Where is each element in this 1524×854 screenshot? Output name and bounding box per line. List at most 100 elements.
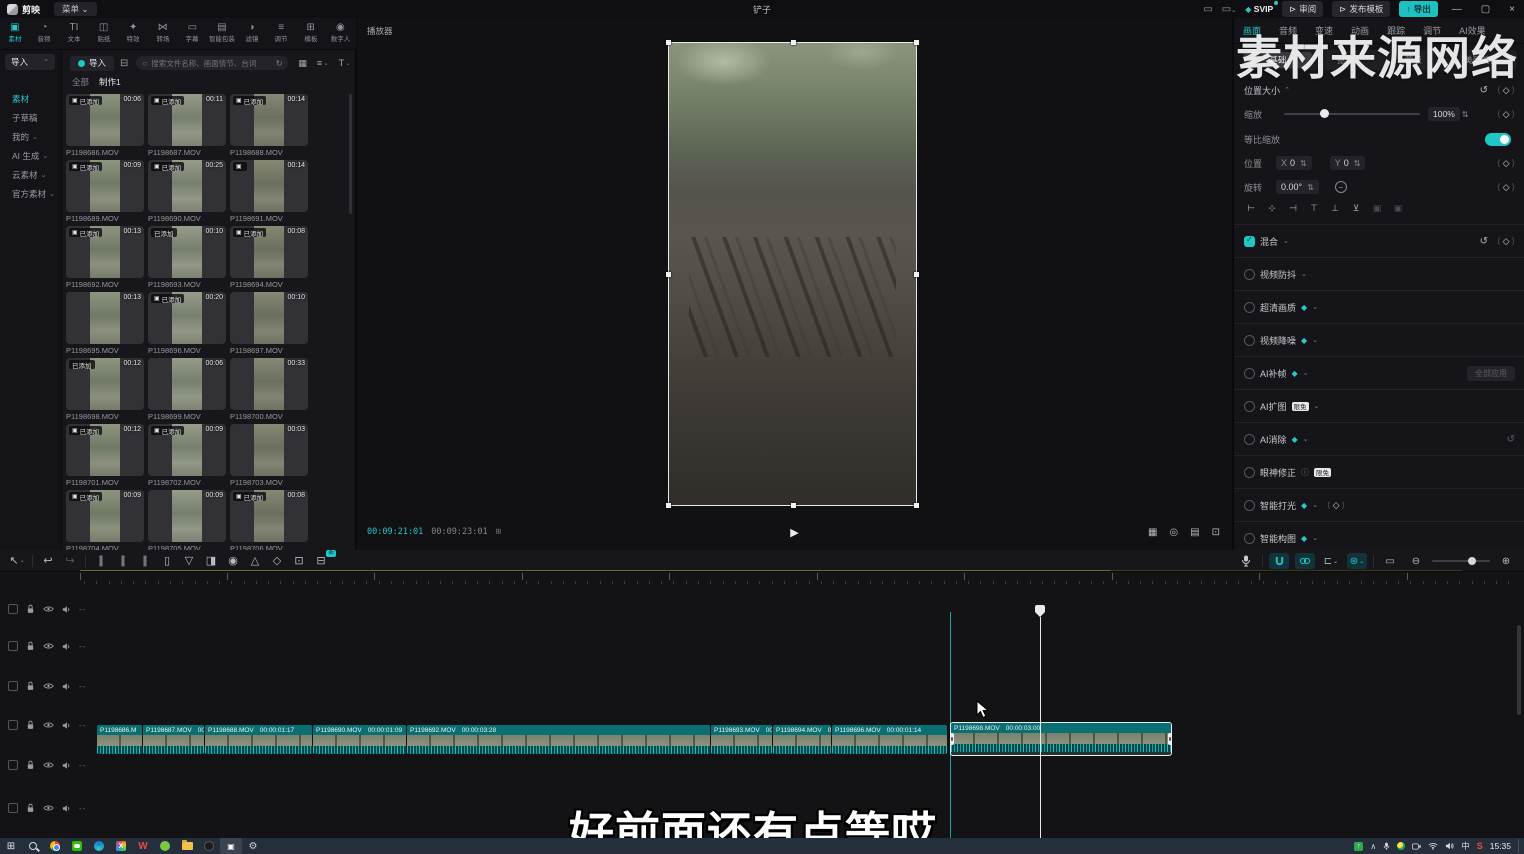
mute-icon[interactable] <box>62 804 71 813</box>
timeline-zoom-in[interactable]: ⊕ <box>1496 553 1516 569</box>
media-card[interactable]: ▣已添加 00:09 P1198689.MOV <box>66 160 144 223</box>
sec-hd-quality[interactable]: 超清画质 ◆ ⌄ <box>1234 290 1524 323</box>
lock-icon[interactable] <box>26 641 35 651</box>
freeze-button[interactable]: ◨ <box>200 552 222 570</box>
breadcrumb-all[interactable]: 全部 <box>72 76 89 88</box>
track-type-icon[interactable] <box>8 720 18 730</box>
mute-icon[interactable] <box>62 721 71 730</box>
sec-denoise[interactable]: 视频降噪 ◆ ⌄ <box>1234 323 1524 356</box>
tray-wifi-icon[interactable] <box>1428 842 1438 850</box>
media-card[interactable]: ▣已添加 00:20 P1198696.MOV <box>148 292 226 355</box>
review-button[interactable]: ⊳审阅 <box>1282 1 1323 17</box>
mute-icon[interactable] <box>62 761 71 770</box>
resize-handle[interactable] <box>791 503 796 508</box>
media-card[interactable]: ▣已添加 00:08 P1198694.MOV <box>230 226 308 289</box>
position-y-value[interactable]: 0 <box>1344 158 1349 168</box>
chevron-down-icon[interactable]: ⌄ <box>1314 402 1320 410</box>
track-type-icon[interactable] <box>8 681 18 691</box>
media-card[interactable]: 00:33 P1198700.MOV <box>230 358 308 421</box>
grid-view-toggle[interactable]: ▦ <box>298 58 307 69</box>
rail-ai-generate[interactable]: AI 生成 ⌄ <box>0 147 62 165</box>
timeline-clip[interactable]: P1198692.MOV00:00:03:28 <box>407 725 710 754</box>
tab-adjust[interactable]: ≡ 调节 <box>266 18 296 49</box>
video-canvas[interactable] <box>669 43 916 505</box>
keyframe-icon[interactable]: ◇ <box>1503 109 1510 120</box>
keyframe-icon[interactable]: ◇ <box>1503 182 1510 193</box>
toolbar-divider[interactable] <box>32 555 33 567</box>
tray-mic-icon[interactable] <box>1383 842 1390 851</box>
play-button[interactable]: ▶ <box>790 526 798 539</box>
eye-icon[interactable] <box>43 761 54 769</box>
track-type-icon[interactable] <box>8 803 18 813</box>
layout-panel-icon[interactable]: ▭ <box>1203 4 1212 15</box>
chevron-down-icon[interactable]: ⌄ <box>1312 336 1318 344</box>
taskbar-wechat[interactable] <box>66 838 88 854</box>
tab-sticker[interactable]: ◫ 贴纸 <box>89 18 119 49</box>
timeline-clip[interactable]: P1198694.MOV00: <box>773 725 831 754</box>
chevron-down-icon[interactable]: ⌄ <box>1312 534 1318 542</box>
mute-icon[interactable] <box>62 682 71 691</box>
track-more-icon[interactable]: -- <box>79 804 86 813</box>
rail-cloud-material[interactable]: 云素材 ⌄ <box>0 166 62 184</box>
layout-switch-icon[interactable]: ▭⌄ <box>1222 4 1236 15</box>
media-card[interactable]: 已添加 00:10 P1198693.MOV <box>148 226 226 289</box>
tab-smart-pack[interactable]: ▤ 智能包装 <box>207 18 237 49</box>
preview-quality-icon[interactable]: ◎ <box>1169 527 1178 538</box>
timeline-zoom-thumb[interactable] <box>1468 557 1476 565</box>
apply-all-button[interactable]: 全部应用 <box>1467 366 1515 381</box>
media-card[interactable]: 00:13 P1198695.MOV <box>66 292 144 355</box>
tab-media[interactable]: ▣ 素材 <box>0 18 30 49</box>
chevron-down-icon[interactable]: ⌄ <box>1301 270 1307 278</box>
uniform-scale-toggle[interactable] <box>1485 133 1511 146</box>
import-section-header[interactable]: 导入⌃ <box>5 54 55 70</box>
record-audio-button[interactable] <box>1236 553 1256 569</box>
preview-axis-dropdown[interactable]: ⊏⌄ <box>1321 553 1341 569</box>
lock-icon[interactable] <box>26 760 35 770</box>
media-card[interactable]: ▣已添加 00:11 P1198687.MOV <box>148 94 226 157</box>
tab-filters[interactable]: ◑ 滤镜 <box>237 18 267 49</box>
taskbar-x-app[interactable]: X <box>110 838 132 854</box>
rail-sub-draft[interactable]: 子草稿 <box>0 109 62 127</box>
crop-button[interactable]: ⊡ <box>288 552 310 570</box>
publish-template-button[interactable]: ⊳发布模板 <box>1332 1 1390 17</box>
position-x-value[interactable]: 0 <box>1290 158 1295 168</box>
fullscreen-button[interactable]: ⊡ <box>1212 527 1220 538</box>
eye-icon[interactable] <box>43 605 54 613</box>
rail-official-material[interactable]: 官方素材 ⌄ <box>0 185 62 203</box>
lock-icon[interactable] <box>26 681 35 691</box>
sec-ai-interpolation[interactable]: AI补帧 ◆ ⌄ 全部应用 <box>1234 356 1524 389</box>
track-more-icon[interactable]: -- <box>79 721 86 730</box>
distribute-h-button[interactable]: ▣ <box>1370 202 1384 215</box>
breadcrumb-current[interactable]: 制作1 <box>99 76 121 88</box>
timeline-ruler[interactable] <box>0 572 1524 585</box>
rotate-button[interactable]: ◇ <box>266 552 288 570</box>
eye-icon[interactable] <box>43 642 54 650</box>
redo-button[interactable]: ↪ <box>59 552 81 570</box>
media-card[interactable]: ▣已添加 00:09 P1198704.MOV <box>66 490 144 553</box>
snap-target-dropdown[interactable]: ⊛⌄ <box>1347 553 1367 569</box>
minimize-button[interactable]: — <box>1447 4 1467 15</box>
section-checkbox[interactable] <box>1244 500 1255 511</box>
taskbar-chrome[interactable] <box>44 838 66 854</box>
align-bottom-button[interactable]: ⊻ <box>1349 202 1363 215</box>
timeline-zoom-slider[interactable] <box>1432 560 1490 562</box>
timeline-zoom-out[interactable]: ⊖ <box>1406 553 1426 569</box>
timeline-clip[interactable]: P1198687.MOV00:00:0 <box>143 725 204 754</box>
toolbar-divider[interactable] <box>85 555 86 567</box>
reverse-button[interactable]: ◉ <box>222 552 244 570</box>
resize-handle[interactable] <box>791 40 796 45</box>
timeline-clip[interactable]: P1198696.MOV00:00:01:14 <box>832 725 947 754</box>
taskbar-settings[interactable]: ⚙ <box>242 838 264 854</box>
keyframe-icon[interactable]: ◇ <box>1503 236 1510 247</box>
lock-icon[interactable] <box>26 720 35 730</box>
search-input[interactable] <box>151 59 271 68</box>
section-checkbox[interactable] <box>1244 302 1255 313</box>
keyframe-icon[interactable]: ◇ <box>1503 158 1510 169</box>
align-top-button[interactable]: ⊤ <box>1307 202 1321 215</box>
media-scrollbar[interactable] <box>349 94 352 214</box>
media-card[interactable]: ▣已添加 00:25 P1198690.MOV <box>148 160 226 223</box>
media-card[interactable]: ▣已添加 00:08 P1198706.MOV <box>230 490 308 553</box>
ime-indicator[interactable]: 中 <box>1461 840 1470 852</box>
sec-blend[interactable]: 混合 ⌄ ↺ ⟨◇⟩ <box>1234 224 1524 257</box>
start-button[interactable]: ⊞ <box>0 838 22 854</box>
